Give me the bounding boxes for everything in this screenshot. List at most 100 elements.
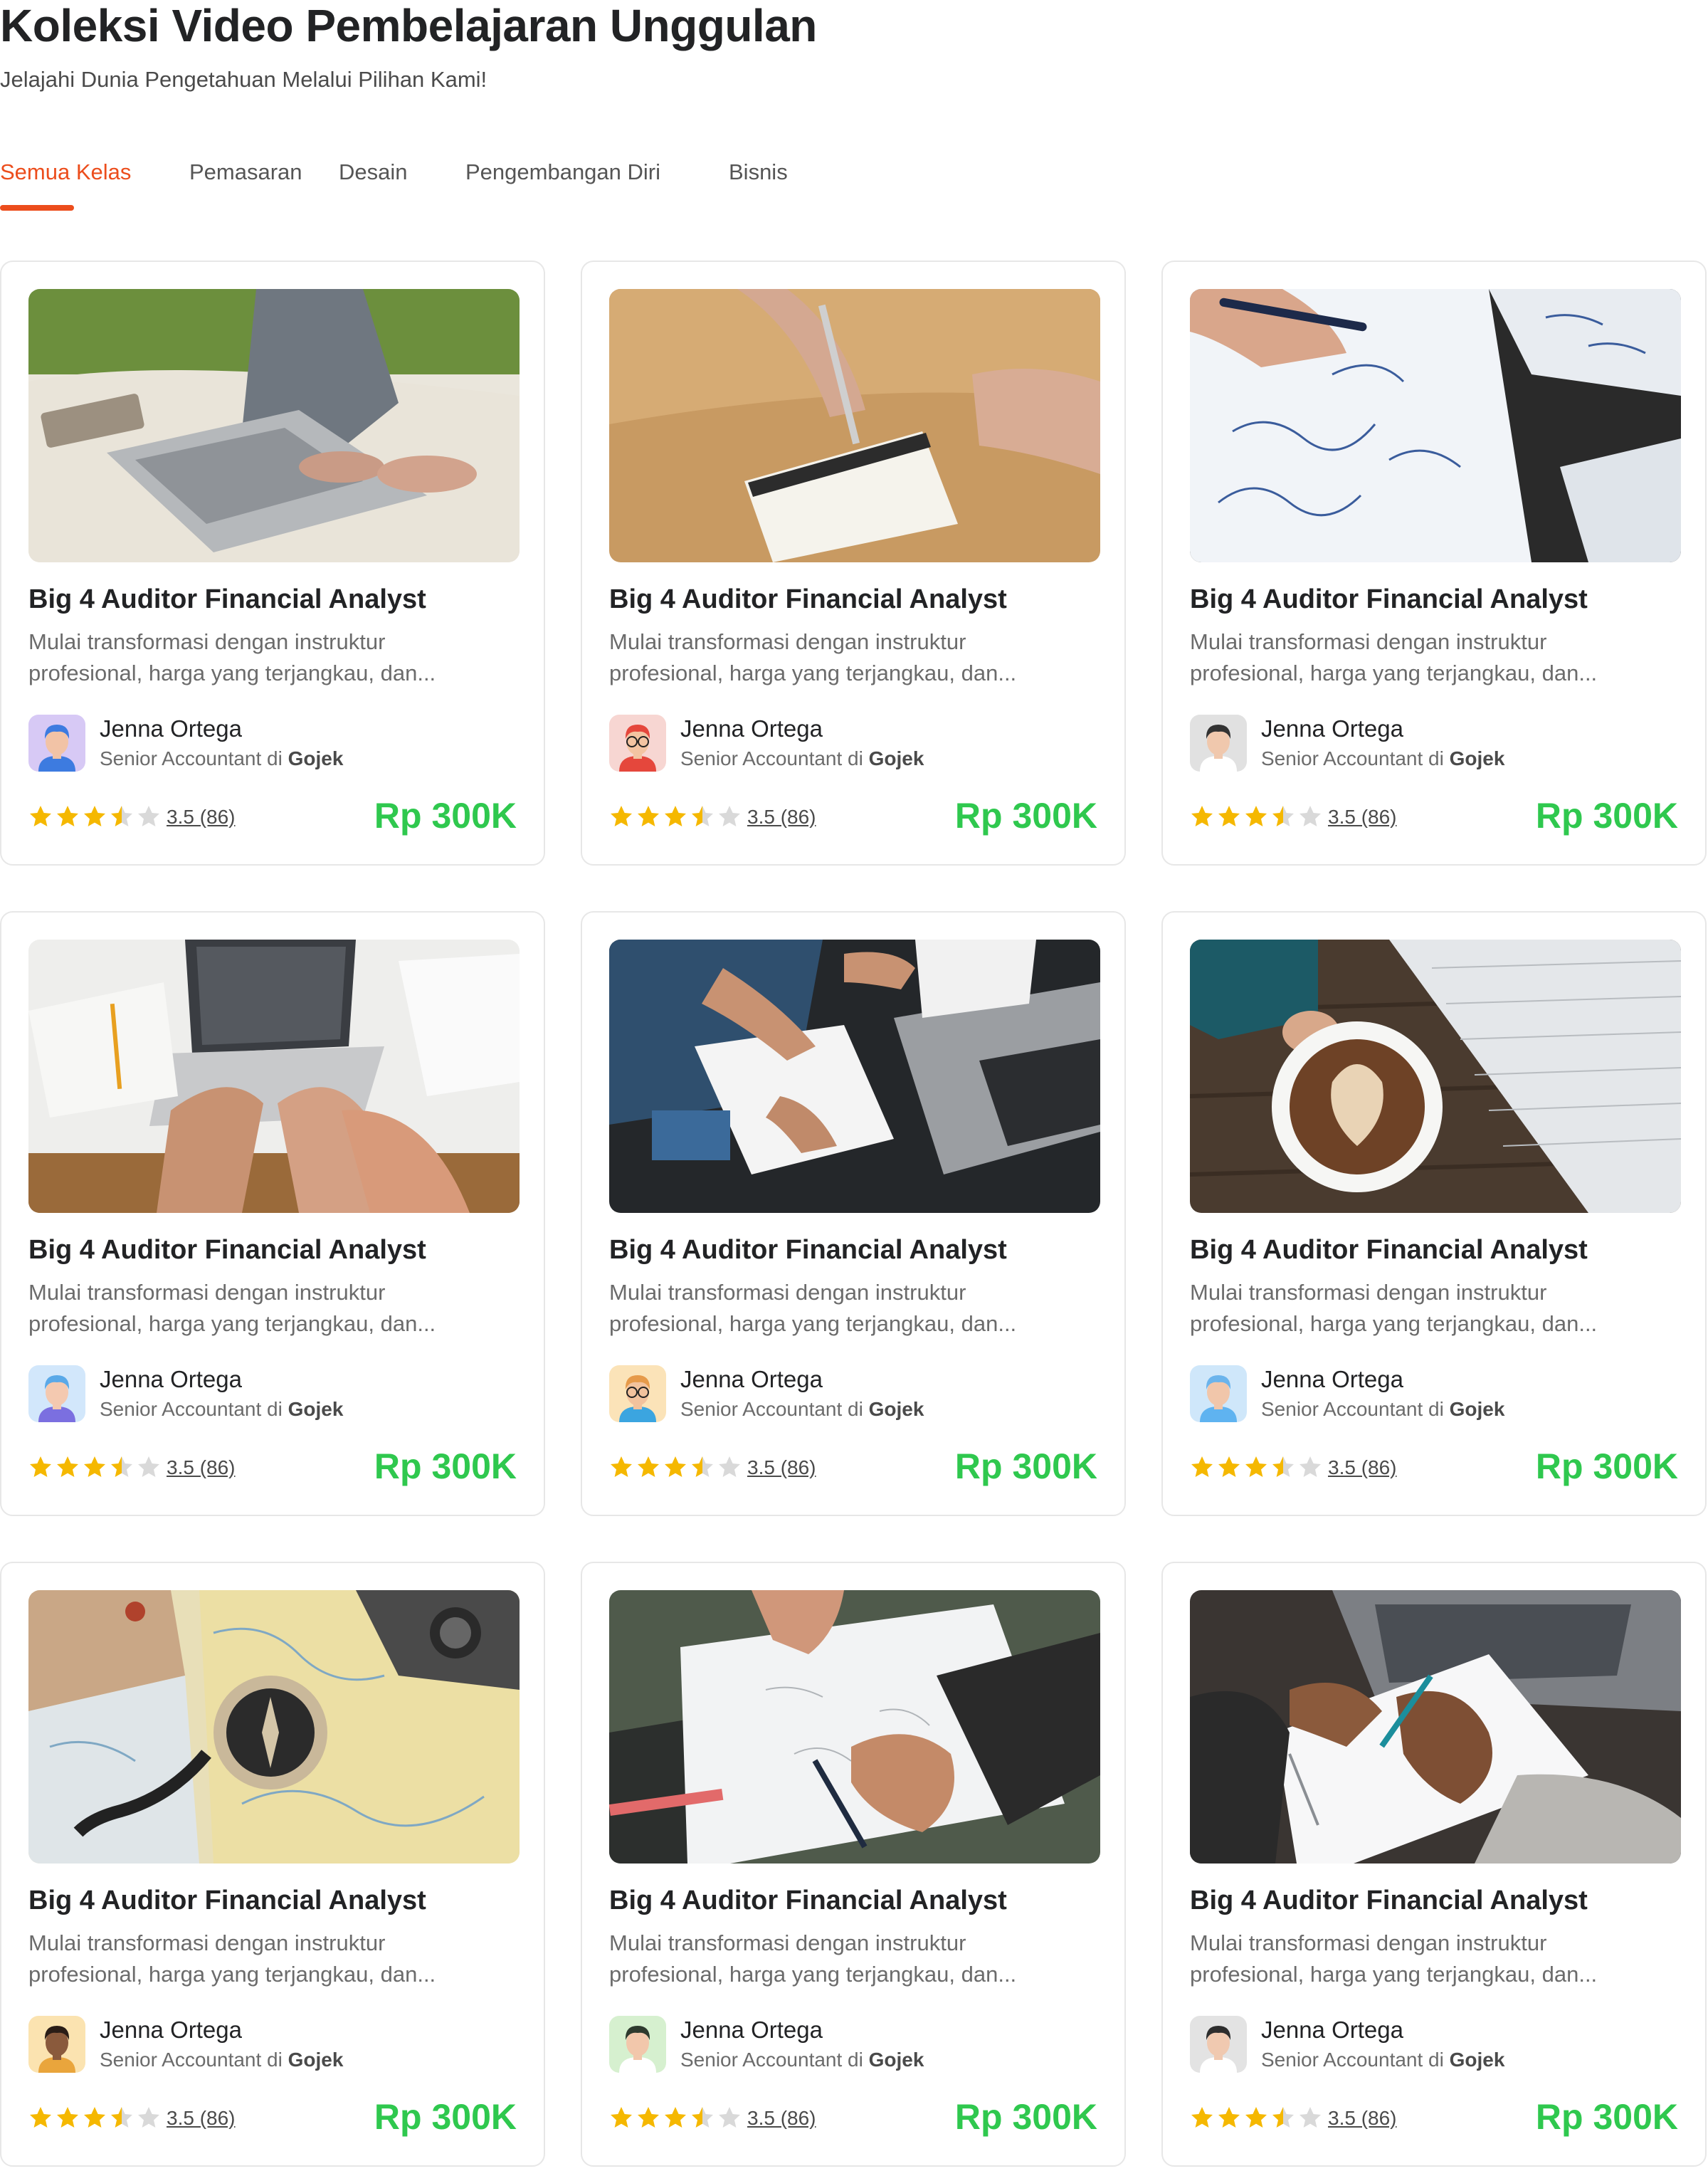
instructor-name: Jenna Ortega [680,715,823,742]
instructor-role-text: Senior Accountant di [100,1398,283,1420]
instructor-role: Senior Accountant di Gojek [1261,2047,1504,2073]
course-title[interactable]: Big 4 Auditor Financial Analyst [609,1233,1107,1267]
course-image [28,1590,520,1864]
instructor-role-text: Senior Accountant di [680,1398,863,1420]
course-card[interactable]: Big 4 Auditor Financial Analyst Mulai tr… [1161,1562,1707,2167]
instructor-avatar [28,1365,85,1422]
star-icon [1218,1456,1240,1477]
instructor-company: Gojek [1449,747,1505,769]
course-card[interactable]: Big 4 Auditor Financial Analyst Mulai tr… [581,1562,1126,2167]
course-image [28,289,520,562]
course-card[interactable]: Big 4 Auditor Financial Analyst Mulai tr… [1161,261,1707,866]
instructor-name: Jenna Ortega [680,2017,823,2043]
rating-link[interactable]: 3.5 (86) [747,2104,816,2133]
instructor-role-text: Senior Accountant di [1261,1398,1444,1420]
star-icon [111,2107,132,2128]
rating-link[interactable]: 3.5 (86) [1328,2104,1397,2133]
course-thumbnail[interactable] [609,289,1100,562]
star-icon [692,2107,713,2128]
tab-pemasaran[interactable]: Pemasaran [189,155,339,215]
instructor-role-text: Senior Accountant di [680,747,863,769]
course-card[interactable]: Big 4 Auditor Financial Analyst Mulai tr… [0,1562,545,2167]
instructor-role: Senior Accountant di Gojek [1261,1397,1504,1422]
page-title: Koleksi Video Pembelajaran Unggulan [0,0,817,51]
course-title[interactable]: Big 4 Auditor Financial Analyst [1190,1233,1688,1267]
star-icon [665,2107,686,2128]
course-title[interactable]: Big 4 Auditor Financial Analyst [609,582,1107,616]
course-thumbnail[interactable] [609,1590,1100,1864]
course-image [609,1590,1100,1864]
instructor-avatar [28,2016,85,2073]
star-rating [1190,2106,1322,2130]
course-thumbnail[interactable] [28,289,520,562]
instructor-role: Senior Accountant di Gojek [1261,746,1504,772]
course-card[interactable]: Big 4 Auditor Financial Analyst Mulai tr… [581,261,1126,866]
course-thumbnail[interactable] [28,940,520,1213]
course-title[interactable]: Big 4 Auditor Financial Analyst [28,1233,527,1267]
star-icon [84,2107,105,2128]
rating-link[interactable]: 3.5 (86) [167,2104,236,2133]
course-title[interactable]: Big 4 Auditor Financial Analyst [28,1883,527,1918]
star-icon [1245,1456,1267,1477]
course-price: Rp 300K [374,1446,517,1486]
instructor-name: Jenna Ortega [1261,2017,1403,2043]
course-thumbnail[interactable] [1190,1590,1681,1864]
star-icon [138,806,159,826]
instructor-company: Gojek [288,747,344,769]
course-title[interactable]: Big 4 Auditor Financial Analyst [28,582,527,616]
star-icon [692,1456,713,1477]
star-icon [665,806,686,826]
tab-bisnis[interactable]: Bisnis [729,155,800,215]
course-description: Mulai transformasi dengan instruktur pro… [28,1930,436,1987]
course-thumbnail[interactable] [28,1590,520,1864]
course-card[interactable]: Big 4 Auditor Financial Analyst Mulai tr… [1161,911,1707,1516]
rating-link[interactable]: 3.5 (86) [747,1454,816,1482]
star-rating [28,804,161,829]
rating-link[interactable]: 3.5 (86) [167,1454,236,1482]
star-icon [638,806,659,826]
instructor-name: Jenna Ortega [1261,715,1403,742]
star-icon [719,2107,740,2128]
star-rating [609,2106,742,2130]
course-image [1190,940,1681,1213]
star-rating [28,2106,161,2130]
instructor-company: Gojek [1449,2049,1505,2071]
instructor-company: Gojek [868,2049,924,2071]
course-title[interactable]: Big 4 Auditor Financial Analyst [1190,582,1688,616]
star-rating [28,1455,161,1479]
course-thumbnail[interactable] [609,940,1100,1213]
course-title[interactable]: Big 4 Auditor Financial Analyst [609,1883,1107,1918]
course-price: Rp 300K [1535,2097,1678,2137]
course-card[interactable]: Big 4 Auditor Financial Analyst Mulai tr… [0,911,545,1516]
course-card[interactable]: Big 4 Auditor Financial Analyst Mulai tr… [581,911,1126,1516]
star-icon [57,1456,78,1477]
instructor-role: Senior Accountant di Gojek [680,746,924,772]
star-icon [84,1456,105,1477]
course-thumbnail[interactable] [1190,940,1681,1213]
course-card[interactable]: Big 4 Auditor Financial Analyst Mulai tr… [0,261,545,866]
instructor-name: Jenna Ortega [100,715,242,742]
instructor-role: Senior Accountant di Gojek [100,1397,343,1422]
course-price: Rp 300K [954,2097,1097,2137]
tab-desain[interactable]: Desain [339,155,465,215]
instructor-role: Senior Accountant di Gojek [680,2047,924,2073]
star-icon [1272,1456,1294,1477]
star-icon [611,2107,632,2128]
rating-link[interactable]: 3.5 (86) [747,803,816,831]
course-thumbnail[interactable] [1190,289,1681,562]
rating-link[interactable]: 3.5 (86) [167,803,236,831]
star-icon [1218,2107,1240,2128]
rating-link[interactable]: 3.5 (86) [1328,1454,1397,1482]
course-description: Mulai transformasi dengan instruktur pro… [1190,1280,1598,1336]
instructor-company: Gojek [868,1398,924,1420]
instructor-company: Gojek [1449,1398,1505,1420]
star-icon [57,2107,78,2128]
star-icon [638,2107,659,2128]
rating-link[interactable]: 3.5 (86) [1328,803,1397,831]
course-title[interactable]: Big 4 Auditor Financial Analyst [1190,1883,1688,1918]
instructor-role-text: Senior Accountant di [1261,747,1444,769]
tab-pengembangan-diri[interactable]: Pengembangan Diri [465,155,729,215]
course-price: Rp 300K [954,1446,1097,1486]
star-icon [84,806,105,826]
star-rating [1190,804,1322,829]
